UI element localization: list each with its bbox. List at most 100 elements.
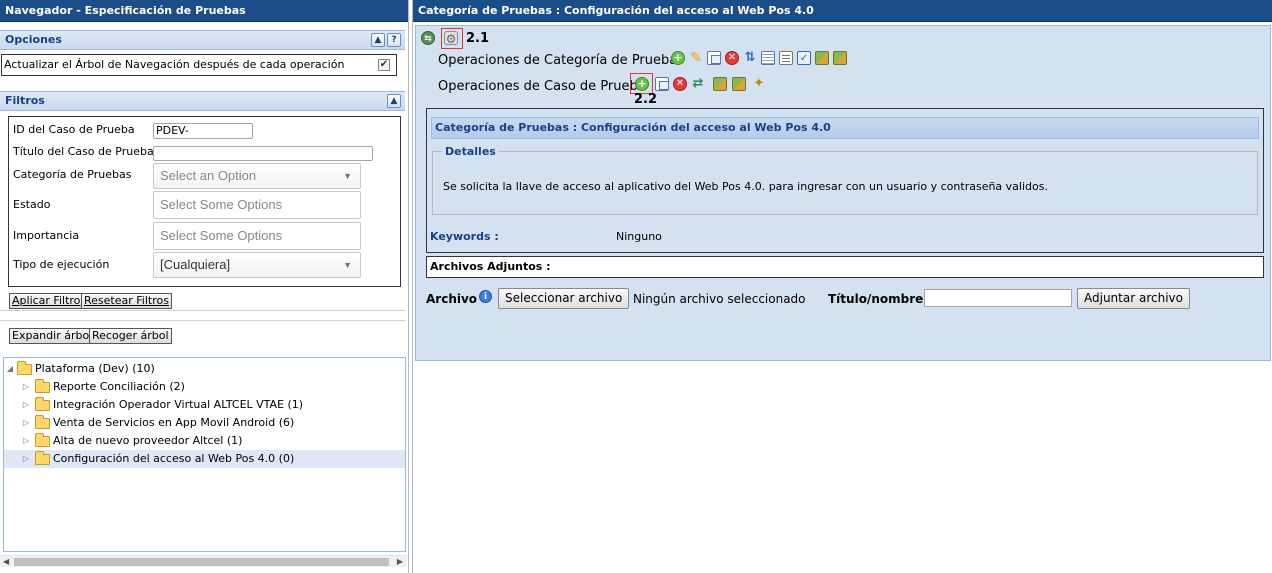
tree-node-label: Alta de nuevo proveedor Altcel (1) <box>53 434 243 447</box>
status-label: Estado <box>13 198 51 211</box>
copy-icon[interactable] <box>655 77 669 91</box>
status-multiselect[interactable]: Select Some Options <box>153 191 361 219</box>
table-icon[interactable] <box>761 51 775 65</box>
reorder-icon[interactable]: ⇅ <box>743 51 757 65</box>
import-icon[interactable] <box>732 77 746 91</box>
apply-filter-button[interactable]: Aplicar Filtro <box>9 293 84 309</box>
details-fieldset: Detalles Se solicita la llave de acceso … <box>432 145 1258 215</box>
testcase-id-input[interactable]: PDEV- <box>153 123 253 139</box>
category-ops-label: Operaciones de Categoría de Pruebas <box>438 53 684 68</box>
details-summary: Se solicita la llave de acceso al aplica… <box>443 180 1048 193</box>
folder-icon <box>35 415 50 429</box>
filters-panel: ID del Caso de Prueba PDEV- Título del C… <box>8 116 401 287</box>
keywords-label: Keywords : <box>430 230 499 243</box>
collapse-arrow-icon[interactable]: ◢ <box>5 360 15 378</box>
file-label: Archivo <box>426 292 478 306</box>
callout-settings: 2.1 <box>466 31 490 46</box>
tree-root-label: Plataforma (Dev) (10) <box>35 362 155 375</box>
category-details-panel: Categoría de Pruebas : Configuración del… <box>426 108 1264 253</box>
help-icon[interactable]: ? <box>387 33 401 47</box>
importance-multiselect[interactable]: Select Some Options <box>153 222 361 250</box>
scrollbar-thumb[interactable] <box>14 558 389 566</box>
edit-pencil-icon[interactable]: ✎ <box>689 51 703 65</box>
upload-row: Archivo i Seleccionar archivo Ningún arc… <box>426 284 1264 314</box>
expand-arrow-icon[interactable]: ▷ <box>21 396 31 414</box>
tree-node-selected[interactable]: ▷ Configuración del acceso al Web Pos 4.… <box>4 450 405 468</box>
expand-arrow-icon[interactable]: ▷ <box>21 378 31 396</box>
filters-header: Filtros ▲ <box>0 91 405 111</box>
magic-wand-icon[interactable]: ✦ <box>752 77 766 91</box>
category-select-value: Select an Option <box>160 168 257 183</box>
content-title: Categoría de Pruebas : Configuración del… <box>413 0 1272 22</box>
title-name-input[interactable] <box>924 289 1072 307</box>
checklist-icon[interactable]: ✓ <box>797 51 811 65</box>
refresh-tree-checkbox[interactable]: ✔ <box>378 59 390 71</box>
tree-node[interactable]: ▷ Venta de Servicios en App Movil Androi… <box>4 414 405 432</box>
divider <box>0 320 405 321</box>
folder-icon <box>35 433 50 447</box>
testcase-ops-label: Operaciones de Caso de Prueba <box>438 79 646 94</box>
folder-icon <box>35 451 50 465</box>
expand-arrow-icon[interactable]: ▷ <box>21 432 31 450</box>
attachments-header: Archivos Adjuntos : <box>426 256 1264 278</box>
expand-tree-button[interactable]: Expandir árbol <box>9 328 96 344</box>
move-icon[interactable]: ⇄ <box>691 77 705 91</box>
refresh-tree-label: Actualizar el Árbol de Navegación despué… <box>4 58 345 71</box>
expand-arrow-icon[interactable]: ▷ <box>21 450 31 468</box>
options-header: Opciones ▲ ? <box>0 30 405 50</box>
folder-open-icon <box>17 361 32 375</box>
content-body: ⇆ ⚙ 2.1 Operaciones de Categoría de Prue… <box>415 25 1271 361</box>
tree-node-label: Integración Operador Virtual ALTCEL VTAE… <box>53 398 304 411</box>
content-pane: Categoría de Pruebas : Configuración del… <box>412 0 1272 573</box>
tree-node[interactable]: ▷ Integración Operador Virtual ALTCEL VT… <box>4 396 405 414</box>
attach-file-button[interactable]: Adjuntar archivo <box>1077 288 1190 309</box>
scroll-right-icon[interactable]: ▶ <box>397 556 403 568</box>
collapse-tree-button[interactable]: Recoger árbol <box>89 328 172 344</box>
collapse-options-icon[interactable]: ▲ <box>371 33 385 47</box>
document-icon[interactable] <box>779 51 793 65</box>
navigator-icon[interactable]: ⇆ <box>421 31 435 45</box>
copy-icon[interactable] <box>707 51 721 65</box>
testcase-title-input[interactable] <box>153 146 373 161</box>
folder-icon <box>35 379 50 393</box>
tree-root-node[interactable]: ◢ Plataforma (Dev) (10) <box>4 360 405 378</box>
exec-type-label: Tipo de ejecución <box>13 258 110 271</box>
status-placeholder: Select Some Options <box>160 197 283 212</box>
horizontal-scrollbar[interactable]: ◀ ▶ <box>0 555 407 567</box>
add-icon[interactable]: + <box>671 51 685 65</box>
exec-type-select[interactable]: [Cualquiera] ▼ <box>153 252 361 278</box>
chevron-down-icon: ▼ <box>343 171 352 181</box>
tree-node[interactable]: ▷ Alta de nuevo proveedor Altcel (1) <box>4 432 405 450</box>
highlight-box-add <box>630 73 653 94</box>
keywords-value: Ninguno <box>616 230 662 243</box>
divider <box>0 310 405 311</box>
category-panel-header: Categoría de Pruebas : Configuración del… <box>431 117 1259 139</box>
expand-arrow-icon[interactable]: ▷ <box>21 414 31 432</box>
export-icon[interactable] <box>815 51 829 65</box>
category-select[interactable]: Select an Option ▼ <box>153 163 361 189</box>
filters-header-label: Filtros <box>5 94 45 107</box>
exec-type-value: [Cualquiera] <box>160 257 231 272</box>
delete-icon[interactable]: ✕ <box>725 51 739 65</box>
scroll-left-icon[interactable]: ◀ <box>3 556 9 568</box>
options-header-label: Opciones <box>5 33 62 46</box>
import-icon[interactable] <box>833 51 847 65</box>
info-icon[interactable]: i <box>479 290 492 303</box>
importance-label: Importancia <box>13 229 80 242</box>
collapse-filters-icon[interactable]: ▲ <box>387 94 401 108</box>
reset-filters-button[interactable]: Resetear Filtros <box>81 293 172 309</box>
category-label: Categoría de Pruebas <box>13 168 132 181</box>
testcase-title-label: Título del Caso de Prueba <box>13 145 154 158</box>
tree-node[interactable]: ▷ Reporte Conciliación (2) <box>4 378 405 396</box>
no-file-text: Ningún archivo seleccionado <box>633 292 806 306</box>
navigation-tree: ◢ Plataforma (Dev) (10) ▷ Reporte Concil… <box>3 357 406 552</box>
testcase-id-label: ID del Caso de Prueba <box>13 123 135 136</box>
refresh-tree-option: Actualizar el Árbol de Navegación despué… <box>1 54 397 76</box>
select-file-button[interactable]: Seleccionar archivo <box>498 288 630 309</box>
title-name-label: Título/nombre: <box>828 292 929 306</box>
tree-node-label: Configuración del acceso al Web Pos 4.0 … <box>53 452 295 465</box>
navigator-pane: Navegador - Especificación de Pruebas Op… <box>0 0 409 573</box>
export-icon[interactable] <box>713 77 727 91</box>
chevron-down-icon: ▼ <box>343 260 352 270</box>
delete-icon[interactable]: ✕ <box>673 77 687 91</box>
